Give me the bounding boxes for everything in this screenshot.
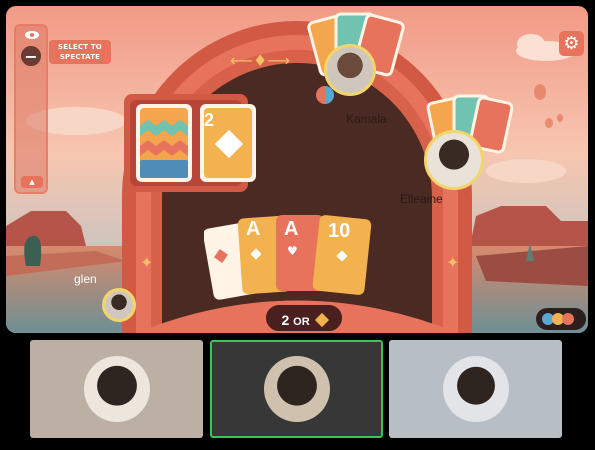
- hand-card-4-rank[interactable]: 10: [328, 220, 350, 243]
- elleaine-name: Elleaine: [400, 192, 443, 206]
- video-tile-2-active[interactable]: [210, 340, 383, 438]
- glen-name: glen: [74, 272, 97, 286]
- heart-icon: ♥: [287, 244, 298, 258]
- color-dot-red[interactable]: [562, 313, 574, 325]
- draw-or-label: OR: [293, 316, 310, 328]
- svg-text:⟵♦⟶: ⟵♦⟶: [230, 51, 290, 70]
- video-tile-1[interactable]: [30, 340, 203, 438]
- glen-avatar[interactable]: [102, 288, 136, 322]
- player-hand: [204, 215, 372, 300]
- kamala-status-badge: [316, 86, 334, 104]
- draw-cards-button[interactable]: 2 OR: [264, 303, 344, 333]
- hand-card-2-rank[interactable]: A: [246, 218, 260, 241]
- eye-icon[interactable]: [17, 26, 47, 39]
- minus-button[interactable]: −: [19, 44, 43, 68]
- svg-text:✦: ✦: [140, 253, 153, 272]
- elleaine-avatar[interactable]: [424, 130, 484, 190]
- select-to-spectate-label[interactable]: SELECT TO SPECTATE: [49, 40, 111, 64]
- kamala-name: Kamala: [346, 112, 387, 126]
- gear-icon[interactable]: ⚙: [559, 31, 584, 56]
- color-selector[interactable]: [536, 308, 586, 330]
- participant-avatar: [263, 356, 330, 422]
- diamond-icon: [314, 312, 329, 328]
- participant-avatar: [83, 356, 150, 422]
- game-board: ⟵♦⟶ ✦ ✦ 2 A A ♥ 10 Kamala Elleaine glen …: [6, 6, 588, 333]
- participant-avatar: [442, 356, 509, 422]
- draw-pile-card: [136, 104, 192, 182]
- discard-card-rank: 2: [204, 110, 215, 130]
- collapse-arrow-icon[interactable]: ▲: [21, 176, 43, 188]
- draw-count: 2: [281, 312, 290, 328]
- hand-card-3-rank[interactable]: A: [284, 218, 298, 241]
- video-tile-3[interactable]: [389, 340, 562, 438]
- svg-text:✦: ✦: [446, 253, 459, 272]
